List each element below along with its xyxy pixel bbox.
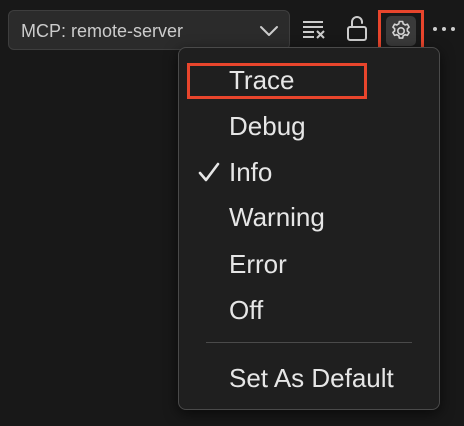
menu-separator (206, 342, 412, 343)
clear-output-icon (303, 21, 325, 39)
settings-button[interactable] (378, 10, 424, 52)
menu-item-label: Trace (229, 65, 295, 95)
menu-item-error[interactable]: Error (179, 244, 439, 284)
menu-item-label: Off (229, 295, 264, 325)
more-actions-icon (433, 27, 455, 31)
output-panel: MCP: remote-server Trace Debug Info Warn… (0, 0, 464, 426)
menu-item-label: Debug (229, 111, 306, 141)
checkmark-icon (198, 162, 220, 182)
menu-item-label: Warning (229, 202, 325, 232)
settings-button-background (386, 16, 416, 46)
toggle-scroll-lock-button[interactable] (343, 14, 371, 44)
menu-item-off[interactable]: Off (179, 290, 439, 330)
output-channel-select[interactable]: MCP: remote-server (8, 10, 290, 50)
unlock-icon (347, 16, 367, 41)
gear-icon (392, 20, 410, 39)
menu-item-label: Set As Default (229, 363, 394, 393)
menu-item-debug[interactable]: Debug (179, 106, 439, 146)
more-actions-button[interactable] (430, 14, 458, 44)
menu-item-info[interactable]: Info (179, 152, 439, 192)
menu-item-label: Info (229, 157, 273, 187)
menu-item-label: Error (229, 249, 287, 279)
log-level-menu: Trace Debug Info Warning Error Off Set A… (178, 47, 440, 410)
menu-item-set-as-default[interactable]: Set As Default (179, 358, 439, 398)
output-channel-select-value: MCP: remote-server (21, 21, 184, 41)
clear-output-button[interactable] (300, 14, 328, 44)
menu-item-trace[interactable]: Trace (179, 60, 439, 100)
chevron-down-icon (260, 26, 278, 36)
menu-item-warning[interactable]: Warning (179, 197, 439, 237)
